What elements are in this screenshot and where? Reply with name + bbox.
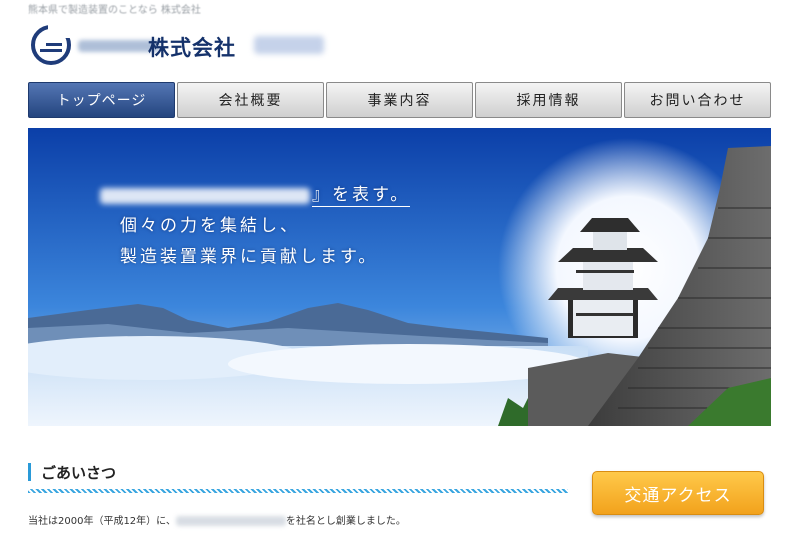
section-divider xyxy=(28,489,568,493)
hero-banner: 』を表す。 個々の力を集結し、 製造装置業界に貢献します。 xyxy=(28,128,771,426)
greeting-section: ごあいさつ 当社は2000年（平成12年）に、 を社名とし創業しました。 xyxy=(28,462,568,527)
greeting-body-prefix: 当社は2000年（平成12年）に、 xyxy=(28,516,176,527)
greeting-body: 当社は2000年（平成12年）に、 を社名とし創業しました。 xyxy=(28,512,406,527)
access-button[interactable]: 交通アクセス xyxy=(592,471,764,515)
hero-line-3: 製造装置業界に貢献します。 xyxy=(120,247,379,267)
greeting-body-suffix: を社名とし創業しました。 xyxy=(285,516,406,527)
nav-item-top[interactable]: トップページ xyxy=(28,82,175,118)
hero-line-1: 』を表す。 xyxy=(312,185,411,207)
hero-text-redacted xyxy=(100,187,310,204)
nav-item-business[interactable]: 事業内容 xyxy=(326,82,473,118)
company-name-redacted xyxy=(254,36,324,54)
nav-item-contact[interactable]: お問い合わせ xyxy=(624,82,771,118)
site-logo[interactable]: 株式会社 xyxy=(30,22,350,70)
greeting-title: ごあいさつ xyxy=(41,463,117,482)
company-name: 株式会社 xyxy=(148,36,236,60)
hero-castle-landscape-image xyxy=(28,128,771,426)
global-nav: トップページ 会社概要 事業内容 採用情報 お問い合わせ xyxy=(28,82,771,118)
section-accent-bar xyxy=(28,463,31,481)
hero-message: 』を表す。 個々の力を集結し、 製造装置業界に貢献します。 xyxy=(100,180,411,273)
company-logo-icon xyxy=(31,24,72,65)
nav-item-recruit[interactable]: 採用情報 xyxy=(475,82,622,118)
nav-item-company[interactable]: 会社概要 xyxy=(177,82,324,118)
greeting-body-redacted xyxy=(175,516,286,526)
hero-line-2: 個々の力を集結し、 xyxy=(120,216,300,236)
site-tagline: 熊本県で製造装置のことなら 株式会社 xyxy=(28,5,201,16)
